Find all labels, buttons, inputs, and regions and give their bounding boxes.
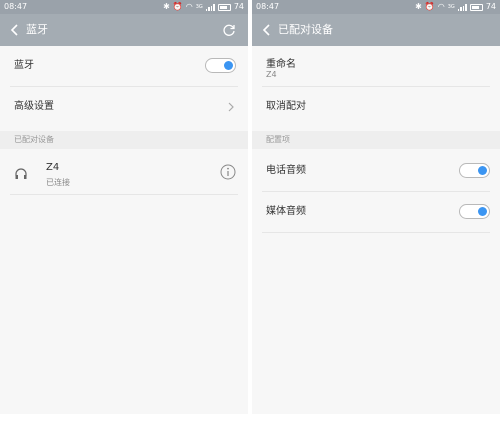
status-bar: 08:47 ✱ ⏰ ◠ 3G 74: [252, 0, 500, 14]
alarm-icon: ⏰: [424, 2, 435, 11]
status-bar: 08:47 ✱ ⏰ ◠ 3G 74: [0, 0, 248, 14]
info-icon[interactable]: [220, 164, 236, 180]
chevron-right-icon: [228, 102, 234, 112]
header-bar: 蓝牙: [0, 14, 248, 46]
status-icons: ✱ ⏰ ◠ 3G 74: [163, 0, 244, 14]
phone-audio-label: 电话音频: [266, 165, 306, 176]
page-title: 蓝牙: [26, 23, 48, 36]
advanced-settings-label: 高级设置: [14, 101, 54, 112]
toggle-knob: [224, 61, 233, 70]
media-audio-toggle[interactable]: [459, 204, 490, 219]
back-arrow-icon[interactable]: [8, 23, 22, 37]
phone-audio-toggle[interactable]: [459, 163, 490, 178]
back-arrow-icon[interactable]: [260, 23, 274, 37]
divider: [262, 232, 490, 233]
device-status: 已连接: [46, 178, 70, 187]
status-icons: ✱ ⏰ ◠ 3G 74: [415, 0, 496, 14]
battery-icon: [217, 3, 231, 11]
unpair-label: 取消配对: [266, 101, 306, 112]
section-label: 配置项: [266, 135, 290, 144]
rename-label: 重命名: [266, 59, 296, 70]
media-audio-label: 媒体音频: [266, 206, 306, 217]
status-time: 08:47: [256, 2, 280, 11]
bluetooth-screen: 08:47 ✱ ⏰ ◠ 3G 74 蓝牙 蓝牙 高级设置 已配对设备 Z4 已连…: [0, 0, 248, 414]
refresh-icon[interactable]: [222, 23, 236, 37]
wifi-icon: ◠: [437, 2, 445, 11]
header-bar: 已配对设备: [252, 14, 500, 46]
toggle-knob: [478, 207, 487, 216]
paired-devices-header: 已配对设备: [0, 131, 248, 149]
bluetooth-label: 蓝牙: [14, 60, 34, 71]
network-type: 3G: [195, 4, 203, 10]
battery-icon: [469, 3, 483, 11]
network-type: 3G: [447, 4, 455, 10]
rename-value: Z4: [266, 70, 277, 79]
bluetooth-icon: ✱: [415, 2, 422, 11]
unpair-row[interactable]: 取消配对: [252, 87, 500, 127]
bluetooth-toggle[interactable]: [205, 58, 236, 73]
status-time: 08:47: [4, 2, 28, 11]
alarm-icon: ⏰: [172, 2, 183, 11]
media-audio-row[interactable]: 媒体音频: [252, 192, 500, 232]
phone-audio-row[interactable]: 电话音频: [252, 151, 500, 191]
signal-icon: [205, 3, 215, 11]
device-name: Z4: [46, 162, 60, 173]
section-label: 已配对设备: [14, 135, 54, 144]
config-section-header: 配置项: [252, 131, 500, 149]
paired-device-screen: 08:47 ✱ ⏰ ◠ 3G 74 已配对设备 重命名 Z4 取消配对 配置项 …: [252, 0, 500, 414]
battery-level: 74: [485, 2, 496, 11]
toggle-knob: [478, 166, 487, 175]
signal-icon: [457, 3, 467, 11]
bluetooth-toggle-row[interactable]: 蓝牙: [0, 46, 248, 86]
bluetooth-icon: ✱: [163, 2, 170, 11]
advanced-settings-row[interactable]: 高级设置: [0, 87, 248, 127]
headphone-icon: [15, 168, 27, 179]
divider: [10, 194, 238, 195]
battery-level: 74: [233, 2, 244, 11]
wifi-icon: ◠: [185, 2, 193, 11]
page-title: 已配对设备: [278, 23, 333, 36]
paired-device-row[interactable]: Z4 已连接: [0, 152, 248, 196]
rename-row[interactable]: 重命名 Z4: [252, 46, 500, 86]
